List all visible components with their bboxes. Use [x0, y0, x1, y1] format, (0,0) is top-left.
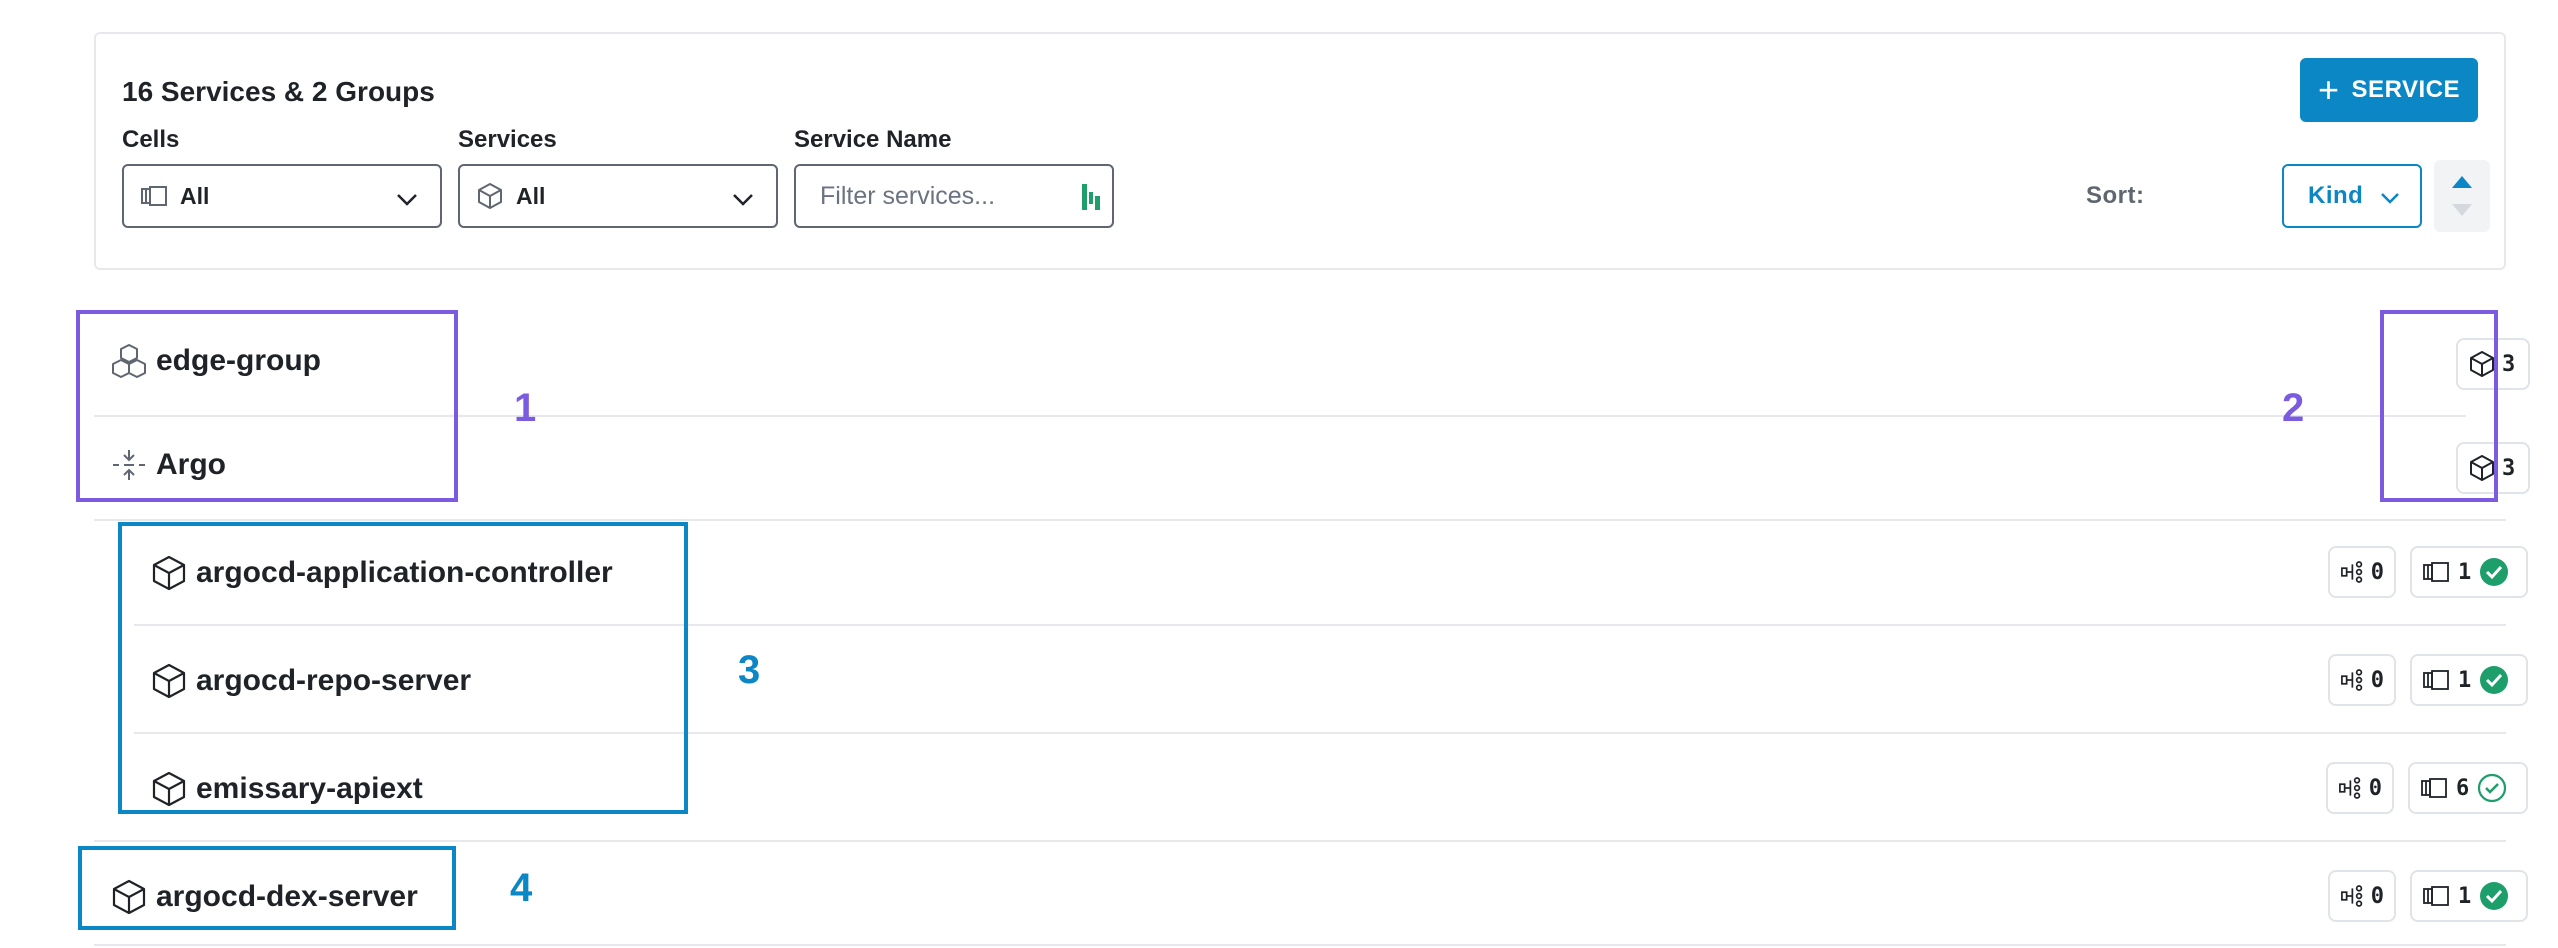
- annotation-box-1: [76, 310, 458, 502]
- annotation-box-2: [2380, 310, 2498, 502]
- sort-direction-toggle[interactable]: [2434, 160, 2490, 232]
- check-circle-filled-icon: [2480, 882, 2509, 910]
- cells-filter-value: All: [180, 182, 210, 209]
- connections-badge[interactable]: 0: [2328, 546, 2396, 598]
- annotation-number-4: 4: [510, 866, 533, 910]
- annotation-number-3: 3: [738, 648, 761, 692]
- sort-arrows-icon: [2452, 176, 2472, 216]
- services-filter-select[interactable]: All: [458, 164, 778, 228]
- cells-status-badge[interactable]: 6: [2408, 762, 2528, 814]
- service-name-input[interactable]: Filter services...: [794, 164, 1114, 228]
- group-service-count: 3: [2502, 455, 2516, 481]
- password-manager-icon[interactable]: [1080, 182, 1102, 217]
- connections-icon: [2341, 885, 2363, 907]
- cells-filter-label: Cells: [122, 126, 180, 153]
- cells-icon: [2423, 562, 2449, 582]
- cells-filter-select[interactable]: All: [122, 164, 442, 228]
- check-circle-outline-icon: [2478, 773, 2507, 803]
- annotation-number-1: 1: [514, 386, 537, 430]
- cells-icon: [140, 181, 170, 211]
- connections-badge[interactable]: 0: [2328, 654, 2396, 706]
- connections-count: 0: [2368, 775, 2382, 801]
- connections-badge[interactable]: 0: [2326, 762, 2394, 814]
- cells-count: 1: [2458, 883, 2472, 909]
- cells-status-badge[interactable]: 1: [2410, 546, 2528, 598]
- row-divider: [94, 944, 2506, 946]
- add-service-button[interactable]: + SERVICE: [2300, 58, 2478, 122]
- group-service-count: 3: [2502, 351, 2516, 377]
- check-circle-filled-icon: [2480, 558, 2509, 586]
- connections-count: 0: [2370, 667, 2384, 693]
- cells-count: 6: [2456, 775, 2470, 801]
- connections-count: 0: [2370, 883, 2384, 909]
- annotation-box-4: [78, 846, 456, 930]
- service-name-label: Service Name: [794, 126, 952, 153]
- connections-badge[interactable]: 0: [2328, 870, 2396, 922]
- services-filter-label: Services: [458, 126, 557, 153]
- cube-icon: [476, 181, 506, 211]
- chevron-down-icon: [394, 186, 420, 212]
- connections-count: 0: [2370, 559, 2384, 585]
- cells-icon: [2423, 886, 2449, 906]
- annotation-number-2: 2: [2282, 386, 2305, 430]
- add-service-label: SERVICE: [2351, 76, 2460, 103]
- filter-panel: 16 Services & 2 Groups Cells All Service…: [94, 32, 2506, 270]
- annotation-box-3: [118, 522, 688, 814]
- row-divider: [94, 519, 2506, 521]
- row-divider: [94, 840, 2506, 842]
- connections-icon: [2339, 777, 2361, 799]
- connections-icon: [2341, 561, 2363, 583]
- cells-count: 1: [2458, 559, 2472, 585]
- check-circle-filled-icon: [2480, 666, 2509, 694]
- cells-icon: [2423, 670, 2449, 690]
- cells-count: 1: [2458, 667, 2472, 693]
- service-name-placeholder: Filter services...: [820, 181, 996, 210]
- services-filter-value: All: [516, 182, 546, 209]
- chevron-down-icon: [2378, 186, 2402, 217]
- sort-label: Sort:: [2086, 182, 2145, 209]
- sort-select[interactable]: Kind: [2282, 164, 2422, 228]
- cells-status-badge[interactable]: 1: [2410, 654, 2528, 706]
- cells-status-badge[interactable]: 1: [2410, 870, 2528, 922]
- cells-icon: [2421, 778, 2447, 798]
- connections-icon: [2341, 669, 2363, 691]
- page-title: 16 Services & 2 Groups: [122, 76, 435, 107]
- plus-icon: +: [2318, 69, 2340, 110]
- sort-value: Kind: [2308, 182, 2364, 209]
- chevron-down-icon: [730, 186, 756, 212]
